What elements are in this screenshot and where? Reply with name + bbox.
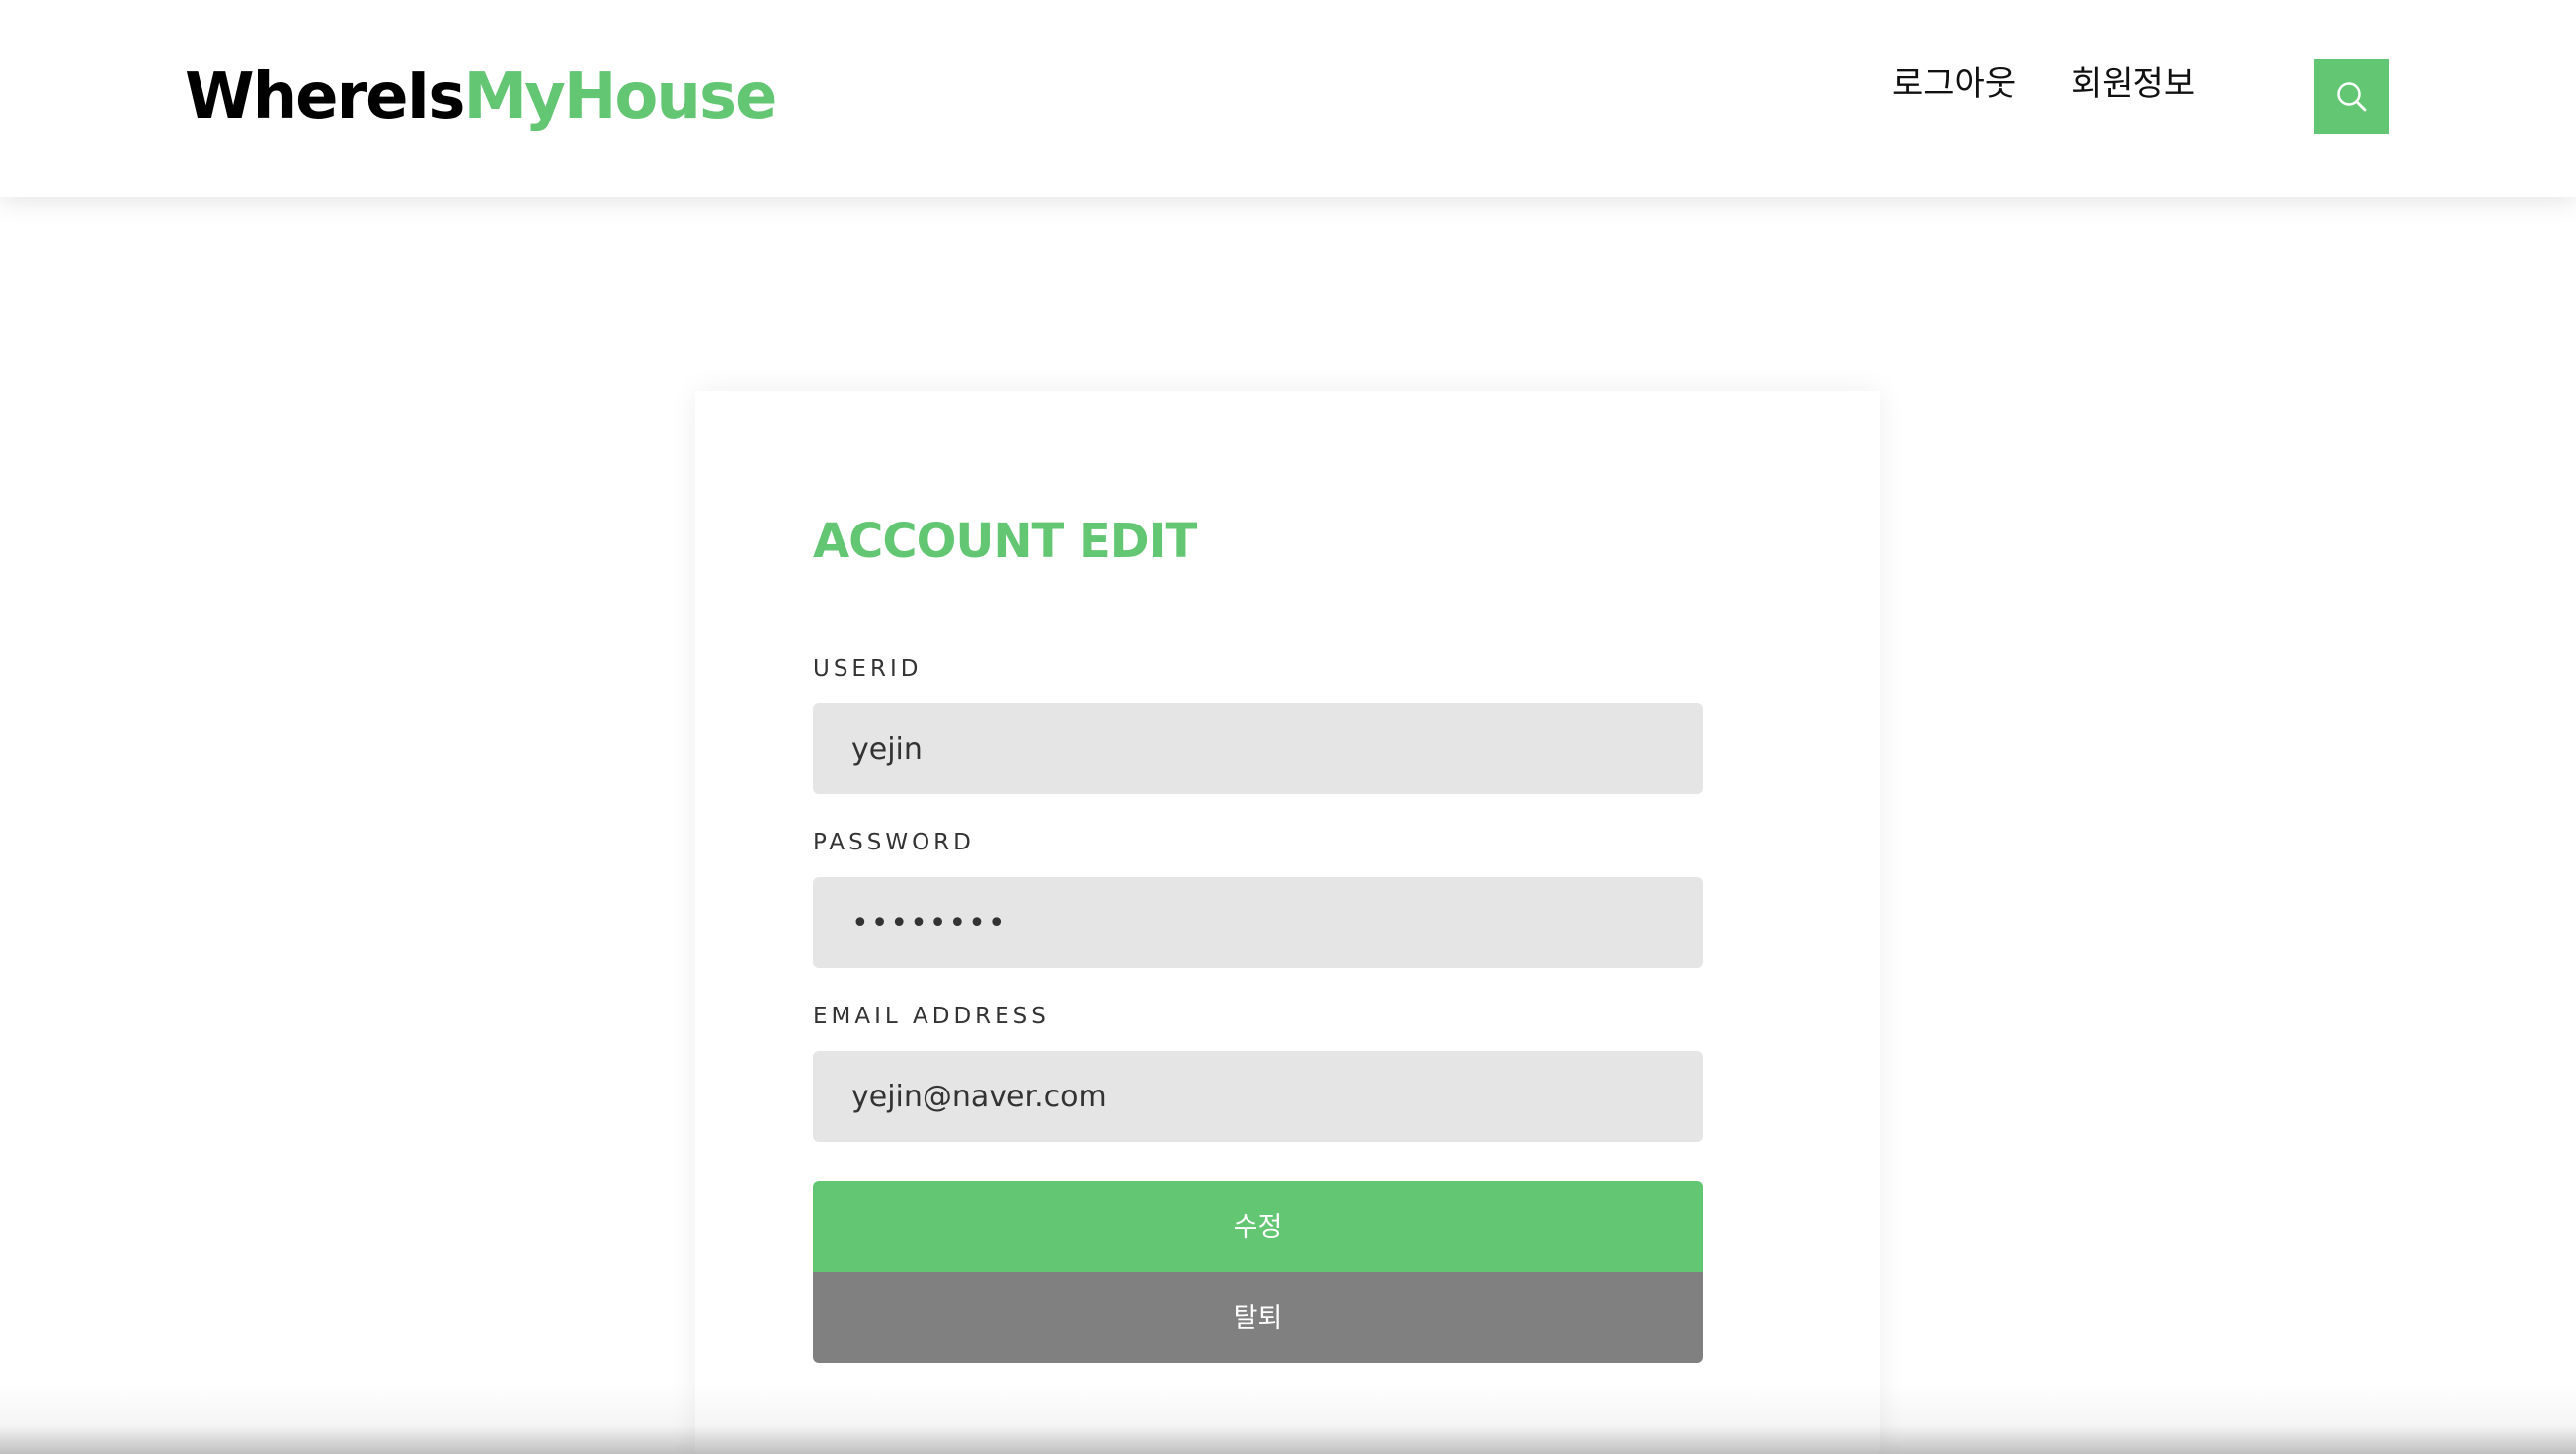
logout-link[interactable]: 로그아웃 xyxy=(1892,59,2016,109)
page-title: ACCOUNT EDIT xyxy=(813,514,1197,569)
search-icon xyxy=(2337,82,2367,112)
password-field[interactable] xyxy=(813,877,1703,968)
withdraw-button[interactable]: 탈퇴 xyxy=(813,1272,1703,1363)
search-button[interactable] xyxy=(2314,59,2389,134)
brand-name-part2: MyHouse xyxy=(463,60,777,133)
top-navbar: WhereIsMyHouse 로그아웃 회원정보 xyxy=(0,0,2576,197)
userid-field[interactable] xyxy=(813,703,1703,794)
email-field[interactable] xyxy=(813,1051,1703,1142)
edit-button[interactable]: 수정 xyxy=(813,1181,1703,1272)
brand-name-part1: WhereIs xyxy=(185,60,465,133)
brand-logo[interactable]: WhereIsMyHouse xyxy=(185,49,777,144)
account-edit-card: ACCOUNT EDIT USERID PASSWORD EMAIL ADDRE… xyxy=(695,391,1880,1454)
email-label: EMAIL ADDRESS xyxy=(813,1004,1050,1029)
userid-label: USERID xyxy=(813,656,923,682)
member-info-link[interactable]: 회원정보 xyxy=(2071,59,2195,109)
password-label: PASSWORD xyxy=(813,830,975,855)
